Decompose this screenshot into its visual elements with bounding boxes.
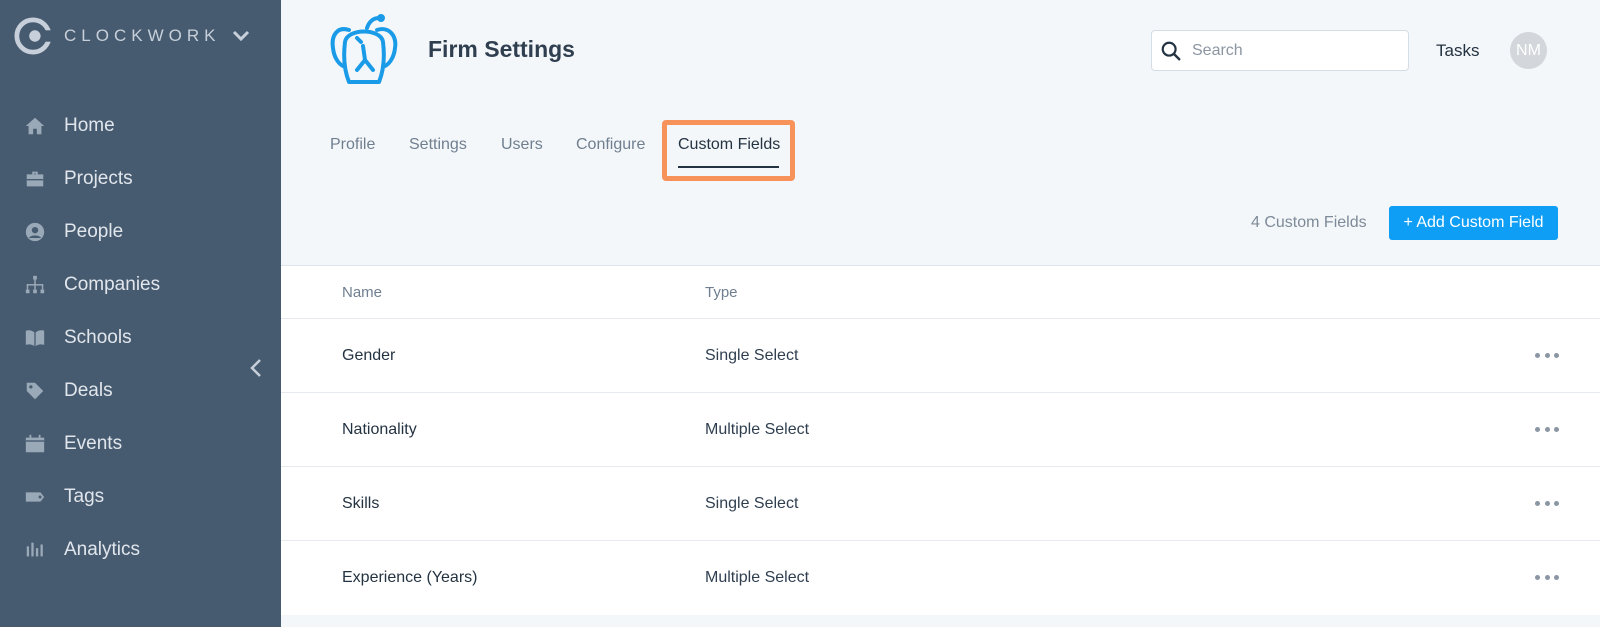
active-tab-underline [678,166,779,168]
sidebar-item-label: Projects [64,167,133,189]
price-tag-icon [24,380,46,402]
sidebar-item-label: People [64,220,124,242]
person-icon [24,221,46,243]
tab-users[interactable]: Users [501,136,543,154]
sidebar-item-label: Events [64,432,123,454]
book-icon [24,327,46,349]
more-options-icon[interactable] [1535,423,1559,435]
column-header-type[interactable]: Type [705,284,738,301]
sidebar-item-label: Deals [64,379,113,401]
tab-settings[interactable]: Settings [409,136,467,154]
field-name: Skills [342,495,380,512]
sidebar-item-projects[interactable]: Projects [0,152,281,205]
elephant-logo-icon [330,14,398,84]
add-custom-field-button[interactable]: + Add Custom Field [1389,206,1558,240]
sidebar-item-label: Home [64,114,115,136]
calendar-icon [24,433,46,455]
table-header: Name Type [281,266,1600,319]
briefcase-icon [24,168,46,190]
table-row[interactable]: Skills Single Select [281,467,1600,541]
chevron-down-icon[interactable] [228,24,254,48]
sidebar-item-events[interactable]: Events [0,417,281,470]
field-name: Gender [342,347,396,364]
tab-custom-fields[interactable]: Custom Fields [678,136,780,154]
field-type: Single Select [705,495,799,512]
org-chart-icon [24,274,46,296]
table-row[interactable]: Nationality Multiple Select [281,393,1600,467]
more-options-icon[interactable] [1535,571,1559,583]
brand-name: CLOCKWORK [64,26,221,45]
app: CLOCKWORK Home Projects People Companies… [0,0,1600,627]
more-options-icon[interactable] [1535,349,1559,361]
tasks-link[interactable]: Tasks [1436,41,1479,61]
table-row[interactable]: Gender Single Select [281,319,1600,393]
sidebar: CLOCKWORK Home Projects People Companies… [0,0,281,627]
bar-chart-icon [24,539,46,561]
table-row[interactable]: Experience (Years) Multiple Select [281,541,1600,615]
field-name: Nationality [342,421,417,438]
custom-field-count: 4 Custom Fields [1251,214,1367,231]
sidebar-nav: Home Projects People Companies Schools D… [0,99,281,576]
page-title: Firm Settings [428,36,575,62]
sidebar-item-companies[interactable]: Companies [0,258,281,311]
sidebar-item-deals[interactable]: Deals [0,364,281,417]
sidebar-item-schools[interactable]: Schools [0,311,281,364]
home-icon [24,115,46,137]
sidebar-item-home[interactable]: Home [0,99,281,152]
tab-profile[interactable]: Profile [330,136,375,154]
tab-highlight: Custom Fields [662,120,795,181]
sidebar-item-tags[interactable]: Tags [0,470,281,523]
field-name: Experience (Years) [342,569,478,586]
clockwork-logo-icon [14,17,52,55]
brand[interactable]: CLOCKWORK [14,16,254,56]
field-type: Multiple Select [705,421,810,438]
collapse-sidebar-button[interactable] [244,355,268,381]
sidebar-item-label: Schools [64,326,132,348]
field-type: Single Select [705,347,799,364]
tag-icon [24,486,46,508]
avatar[interactable]: NM [1510,32,1547,69]
chevron-left-icon [250,359,261,377]
sidebar-item-label: Companies [64,273,161,295]
search-icon [1161,41,1181,60]
field-type: Multiple Select [705,569,810,586]
column-header-name[interactable]: Name [342,284,382,301]
sidebar-item-label: Tags [64,485,105,507]
main-content: Firm Settings Tasks NM Profile Settings … [281,0,1600,627]
sidebar-item-label: Analytics [64,538,141,560]
search-input[interactable] [1192,41,1392,60]
sidebar-item-people[interactable]: People [0,205,281,258]
sidebar-item-analytics[interactable]: Analytics [0,523,281,576]
search-box[interactable] [1151,30,1409,71]
more-options-icon[interactable] [1535,497,1559,509]
custom-fields-table: Name Type Gender Single Select Nationali… [281,265,1600,615]
tab-configure[interactable]: Configure [576,136,645,154]
settings-tabs: Profile Settings Users Configure Custom … [281,120,1181,181]
